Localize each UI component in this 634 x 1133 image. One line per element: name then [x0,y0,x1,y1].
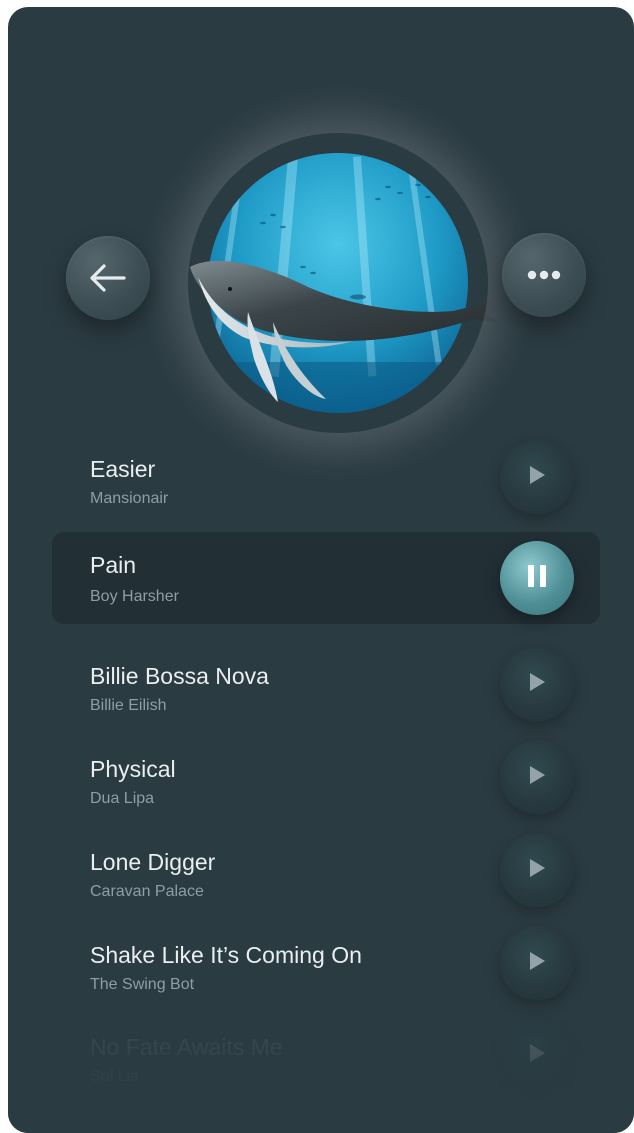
back-button[interactable] [66,236,150,320]
player-header [8,7,634,437]
track-artist: The Swing Bot [90,976,195,993]
pause-button[interactable] [500,541,574,615]
pause-icon [526,563,548,594]
arrow-left-icon [88,264,128,292]
track-row[interactable]: Shake Like It’s Coming On The Swing Bot [52,918,600,1010]
track-title: Pain [90,552,137,578]
track-row[interactable]: Billie Bossa Nova Billie Eilish [52,639,600,731]
more-options-button[interactable] [502,233,586,317]
play-icon [527,1042,547,1069]
play-button[interactable] [500,647,574,721]
play-icon [527,857,547,884]
play-button[interactable] [500,926,574,1000]
play-button[interactable] [500,833,574,907]
music-player: Easier Mansionair Pain Boy Harsher Billi… [8,7,634,1133]
play-button[interactable] [500,440,574,514]
track-row[interactable]: Lone Digger Caravan Palace [52,825,600,917]
play-icon [527,671,547,698]
ellipsis-icon [527,270,561,280]
album-art-glow [188,133,488,433]
track-title: Lone Digger [90,849,216,875]
play-icon [527,464,547,491]
track-row[interactable]: Easier Mansionair [52,432,600,524]
play-button[interactable] [500,1018,574,1092]
track-row-active[interactable]: Pain Boy Harsher [52,532,600,624]
track-title: No Fate Awaits Me [90,1034,283,1060]
track-artist: Sol Lia [90,1068,139,1085]
play-button[interactable] [500,740,574,814]
track-artist: Boy Harsher [90,588,179,605]
track-artist: Caravan Palace [90,883,204,900]
track-title: Physical [90,756,176,782]
track-title: Easier [90,456,156,482]
track-row[interactable]: Physical Dua Lipa [52,732,600,824]
track-artist: Billie Eilish [90,697,167,714]
album-art [178,127,500,427]
track-artist: Mansionair [90,490,169,507]
play-icon [527,764,547,791]
track-title: Shake Like It’s Coming On [90,942,362,968]
track-row[interactable]: No Fate Awaits Me Sol Lia [52,1010,600,1102]
track-artist: Dua Lipa [90,790,155,807]
track-title: Billie Bossa Nova [90,663,269,689]
play-icon [527,950,547,977]
